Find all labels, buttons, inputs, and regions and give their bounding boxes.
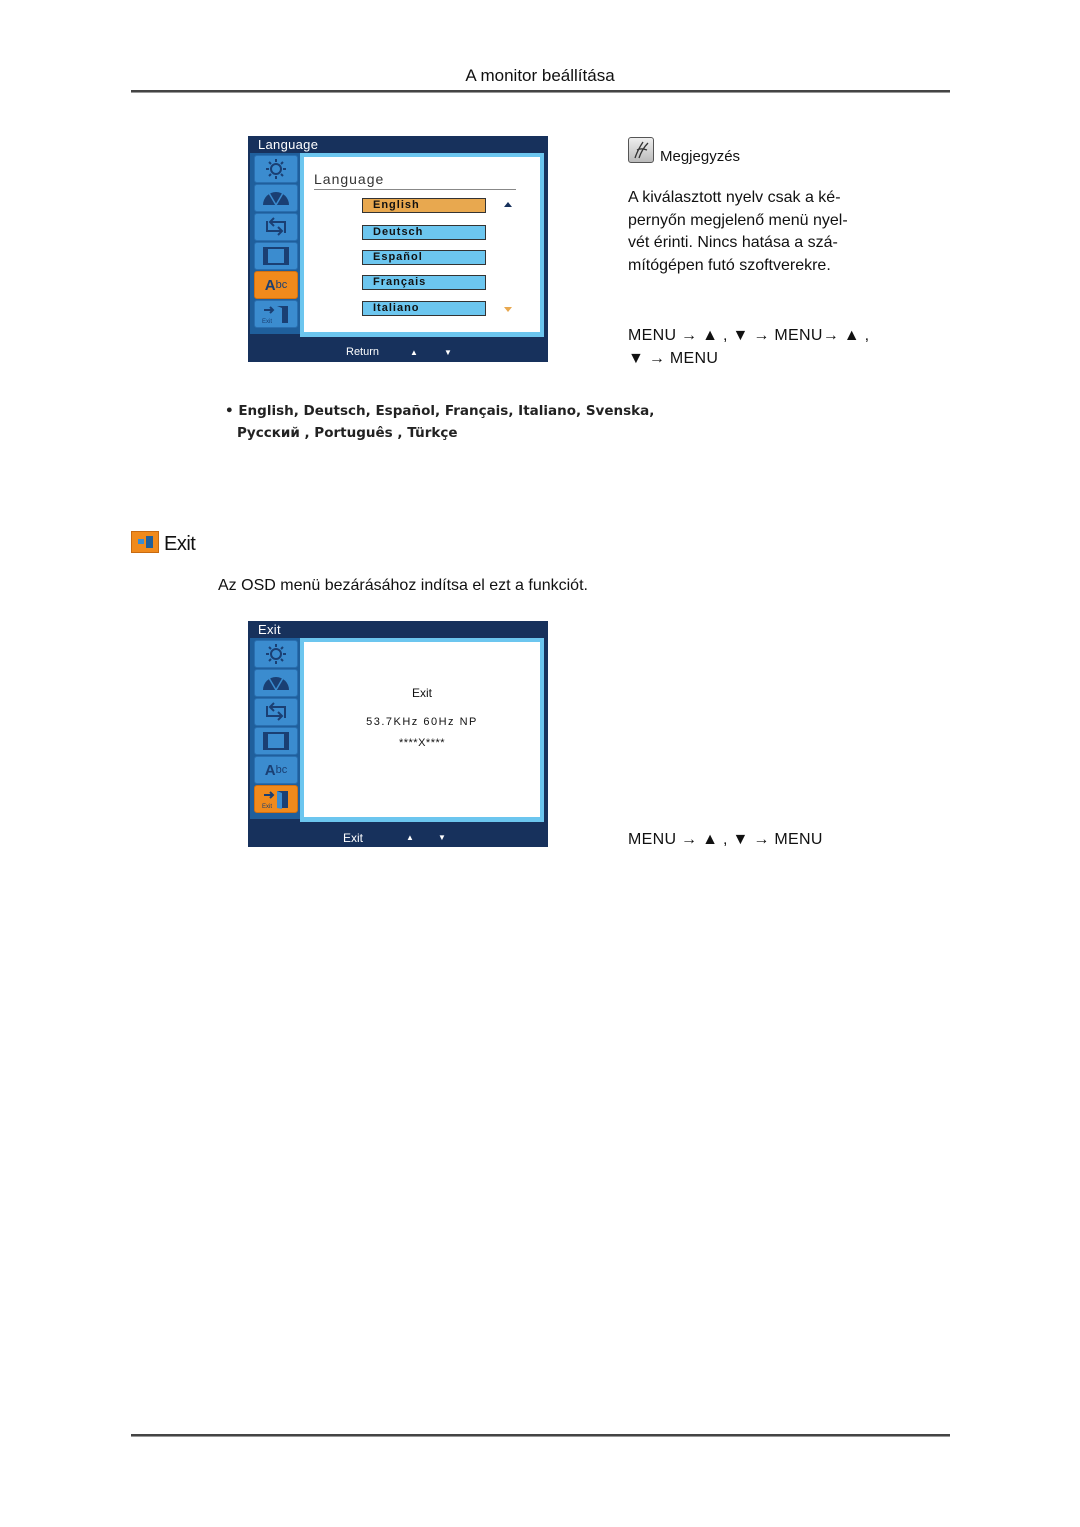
svg-text:Exit: Exit <box>262 319 272 325</box>
exit-section-title: Exit <box>164 533 196 555</box>
exit-osd-screenshot: Exit Abc Exit Exit 53.7KHz 60Hz NP ****X… <box>248 621 548 847</box>
footer-divider <box>131 1434 950 1437</box>
osd-sidebar: Abc Exit <box>250 638 300 819</box>
osd-title: Language <box>258 137 319 152</box>
image-setup-icon <box>254 213 298 241</box>
language-option-italiano[interactable]: Italiano <box>362 301 486 316</box>
language-option-espanol[interactable]: Español <box>362 250 486 265</box>
note-line: vét érinti. Nincs hatása a szá- <box>628 234 838 251</box>
down-arrow-icon: ▼ <box>438 833 446 842</box>
resolution-readout: ****X**** <box>398 737 446 749</box>
up-arrow-icon: ▲ <box>406 833 414 842</box>
exit-description: Az OSD menü bezárásához indítsa el ezt a… <box>218 577 588 594</box>
osd-content-frame: Exit 53.7KHz 60Hz NP ****X**** <box>300 638 544 822</box>
languages-line: • English, Deutsch, Español, Français, I… <box>225 403 655 419</box>
note-line: pernyőn megjelenő menü nyel- <box>628 211 848 229</box>
note-text: A kiválasztott nyelv csak a ké- pernyőn … <box>628 187 898 277</box>
supported-languages-list: • English, Deutsch, Español, Français, I… <box>225 400 654 444</box>
heading-underline <box>314 189 516 190</box>
language-icon: Abc <box>254 756 298 784</box>
osd-icon <box>254 727 298 755</box>
image-setup-icon <box>254 698 298 726</box>
color-icon <box>254 669 298 697</box>
note-line: mítógépen futó szoftverekre. <box>628 256 831 274</box>
languages-line: Русский , Português , Türkçe <box>237 425 458 441</box>
language-option-deutsch[interactable]: Deutsch <box>362 225 486 240</box>
osd-sidebar: Abc Exit <box>250 153 300 334</box>
exit-key-sequence: MENU → ▲ , ▼ → MENU <box>628 831 823 848</box>
osd-footer: Return ▲ ▼ <box>248 344 548 362</box>
sequence-line: MENU → ▲ , ▼ → MENU→ ▲ , <box>628 327 870 344</box>
sequence-line: ▼ → MENU <box>628 349 719 367</box>
color-icon <box>254 184 298 212</box>
osd-footer: Exit ▲ ▼ <box>248 829 548 847</box>
header-divider <box>131 90 950 93</box>
osd-content: Language English Deutsch Español Françai… <box>304 157 540 332</box>
exit-section-icon <box>131 531 159 553</box>
svg-text:Exit: Exit <box>262 804 272 810</box>
language-heading: Language <box>314 171 385 187</box>
language-icon: Abc <box>254 271 298 299</box>
note-icon <box>628 137 654 163</box>
language-key-sequence: MENU → ▲ , ▼ → MENU→ ▲ , ▼ → MENU <box>628 325 869 370</box>
language-osd-screenshot: Language Abc Exit Language English Deuts… <box>248 136 548 362</box>
osd-icon <box>254 242 298 270</box>
note-line: A kiválasztott nyelv csak a ké- <box>628 189 841 206</box>
page-header-title: A monitor beállítása <box>465 66 615 85</box>
osd-content-frame: Language English Deutsch Español Françai… <box>300 153 544 337</box>
exit-label: Exit <box>343 831 364 845</box>
exit-icon: Exit <box>254 785 298 813</box>
exit-icon: Exit <box>254 300 298 328</box>
language-option-english[interactable]: English <box>362 198 486 213</box>
brightness-icon <box>254 640 298 668</box>
osd-title: Exit <box>258 622 281 637</box>
language-option-francais[interactable]: Français <box>362 275 486 290</box>
note-title: Megjegyzés <box>660 148 741 165</box>
down-arrow-icon: ▼ <box>444 348 452 357</box>
frequency-readout: 53.7KHz 60Hz NP <box>366 716 478 728</box>
exit-heading: Exit <box>411 686 432 700</box>
scroll-down-icon[interactable] <box>504 307 512 312</box>
up-arrow-icon: ▲ <box>410 348 418 357</box>
return-label: Return <box>346 346 380 358</box>
scroll-up-icon[interactable] <box>504 202 512 207</box>
osd-content: Exit 53.7KHz 60Hz NP ****X**** <box>304 642 540 817</box>
brightness-icon <box>254 155 298 183</box>
